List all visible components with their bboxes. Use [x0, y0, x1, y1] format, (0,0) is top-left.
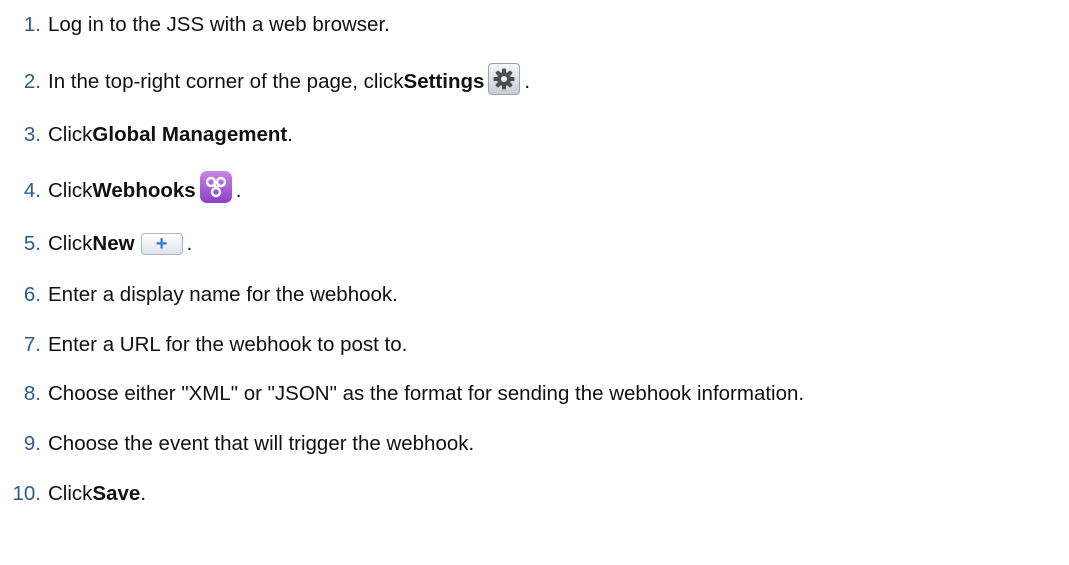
- plus-icon: +: [140, 233, 183, 255]
- step-3: 3. Click Global Management .: [0, 117, 293, 153]
- step-text-end: .: [524, 70, 531, 93]
- step-number: 8.: [23, 382, 41, 405]
- step-text-end: .: [140, 482, 147, 505]
- step-4: 4. Click Webhooks .: [0, 171, 242, 209]
- step-10: 10. Click Save .: [0, 476, 147, 512]
- step-number: 5.: [23, 232, 41, 255]
- step-7: 7. Enter a URL for the webhook to post t…: [0, 327, 407, 363]
- step-text: Choose either "XML" or "JSON" as the for…: [48, 382, 805, 405]
- step-text: Log in to the JSS with a web browser.: [48, 13, 390, 36]
- step-text: Click: [48, 179, 93, 202]
- global-management-label: Global Management: [92, 123, 288, 146]
- step-text: Enter a display name for the webhook.: [48, 283, 398, 306]
- step-text: Click: [48, 123, 93, 146]
- step-5: 5. Click New + .: [0, 226, 192, 262]
- step-1: 1. Log in to the JSS with a web browser.: [0, 7, 390, 43]
- step-text-end: .: [186, 232, 193, 255]
- step-text: Click: [48, 482, 93, 505]
- step-text-end: .: [235, 179, 242, 202]
- step-number: 9.: [23, 432, 41, 455]
- step-number: 6.: [23, 283, 41, 306]
- webhooks-label: Webhooks: [92, 179, 196, 202]
- step-8: 8. Choose either "XML" or "JSON" as the …: [0, 376, 804, 412]
- step-9: 9. Choose the event that will trigger th…: [0, 426, 474, 462]
- step-number: 10.: [12, 482, 42, 505]
- step-2: 2. In the top-right corner of the page, …: [0, 63, 531, 100]
- step-text-end: .: [287, 123, 293, 146]
- step-number: 1.: [23, 13, 41, 36]
- step-text: Choose the event that will trigger the w…: [48, 432, 475, 455]
- step-number: 2.: [23, 70, 41, 93]
- step-text: Click: [48, 232, 93, 255]
- step-6: 6. Enter a display name for the webhook.: [0, 277, 398, 313]
- step-number: 7.: [23, 333, 41, 356]
- step-number: 3.: [23, 123, 41, 146]
- webhooks-icon: [199, 171, 232, 203]
- gear-icon: [488, 63, 521, 95]
- step-text: Enter a URL for the webhook to post to.: [48, 333, 408, 356]
- step-text: In the top-right corner of the page, cli…: [48, 70, 404, 93]
- step-number: 4.: [23, 179, 41, 202]
- new-label: New: [92, 232, 135, 255]
- settings-label: Settings: [403, 70, 485, 93]
- save-label: Save: [92, 482, 141, 505]
